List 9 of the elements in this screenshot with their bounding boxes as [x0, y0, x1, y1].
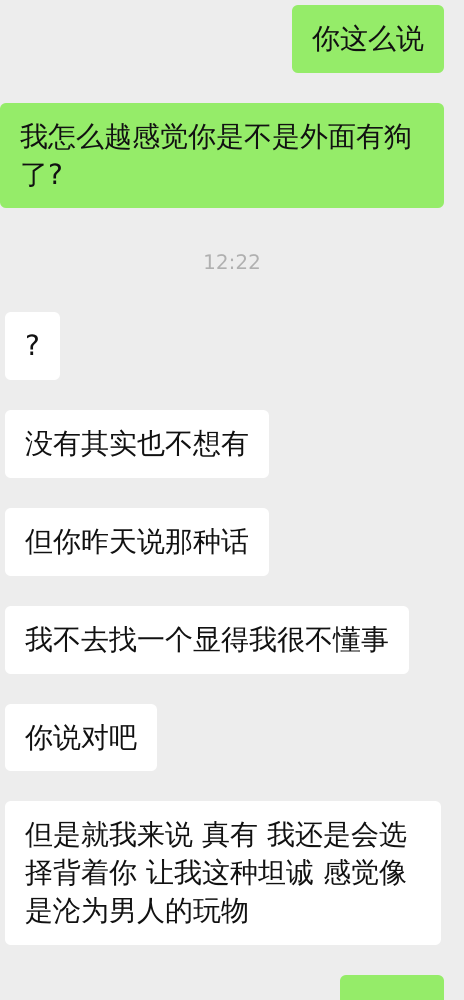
message-bubble: ? — [5, 312, 60, 380]
timestamp: 12:22 — [203, 250, 261, 274]
message-bubble: 我怎么越感觉你是不是外面有狗了? — [0, 102, 444, 208]
message-bubble: 没有其实也不想有 — [5, 410, 269, 478]
message-bubble: 但你昨天说那种话 — [5, 508, 269, 576]
message-bubble: 我不去找一个显得我很不懂事 — [5, 606, 409, 674]
message-bubble: 你这么说 — [292, 5, 444, 73]
message-bubble: 你说对吧 — [5, 704, 157, 772]
message-bubble: 但是就我来说 真有 我还是会选择背着你 让我这种坦诚 感觉像是沦为男人的玩物 — [5, 801, 441, 945]
